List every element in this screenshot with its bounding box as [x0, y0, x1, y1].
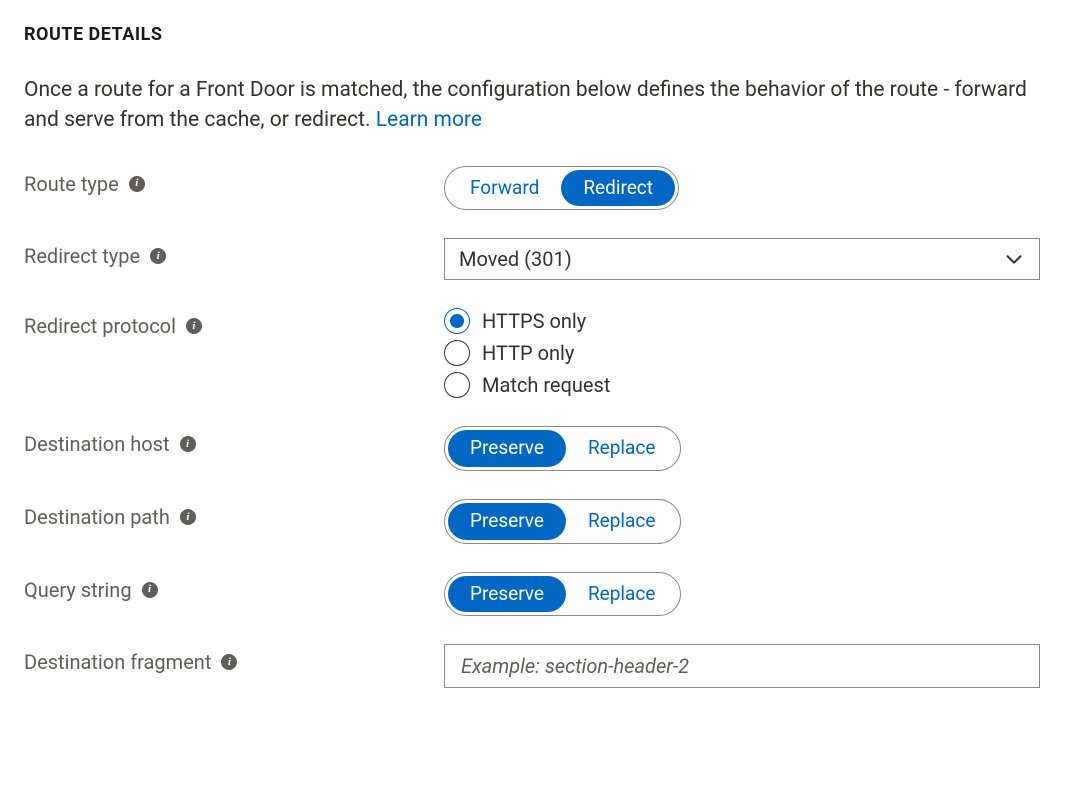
redirect-type-select[interactable]: Moved (301): [444, 238, 1040, 280]
info-icon[interactable]: i: [186, 318, 202, 334]
route-type-redirect[interactable]: Redirect: [561, 170, 675, 207]
destination-host-replace[interactable]: Replace: [566, 430, 677, 467]
info-icon[interactable]: i: [150, 248, 166, 264]
destination-fragment-label: Destination fragment i: [24, 644, 444, 674]
radio-label: Match request: [482, 373, 610, 397]
info-icon[interactable]: i: [180, 509, 196, 525]
radio-label: HTTP only: [482, 341, 574, 365]
description-text: Once a route for a Front Door is matched…: [24, 78, 1027, 132]
radio-icon: [444, 308, 470, 334]
redirect-type-label: Redirect type i: [24, 238, 444, 268]
route-type-label: Route type i: [24, 166, 444, 196]
route-type-forward[interactable]: Forward: [448, 170, 561, 207]
destination-path-preserve[interactable]: Preserve: [448, 503, 566, 540]
destination-path-toggle[interactable]: Preserve Replace: [444, 499, 681, 544]
label-text: Query string: [24, 578, 132, 602]
destination-fragment-input-wrapper: [444, 644, 1040, 688]
radio-icon: [444, 340, 470, 366]
learn-more-link[interactable]: Learn more: [376, 108, 482, 132]
query-string-preserve[interactable]: Preserve: [448, 576, 566, 613]
radio-label: HTTPS only: [482, 309, 586, 333]
label-text: Destination fragment: [24, 650, 211, 674]
route-type-toggle[interactable]: Forward Redirect: [444, 166, 679, 211]
redirect-protocol-radiogroup: HTTPS only HTTP only Match request: [444, 308, 1059, 398]
label-text: Redirect type: [24, 244, 140, 268]
label-text: Route type: [24, 172, 119, 196]
info-icon[interactable]: i: [221, 654, 237, 670]
radio-icon: [444, 372, 470, 398]
query-string-replace[interactable]: Replace: [566, 576, 677, 613]
destination-path-replace[interactable]: Replace: [566, 503, 677, 540]
destination-host-preserve[interactable]: Preserve: [448, 430, 566, 467]
destination-fragment-input[interactable]: [459, 653, 1025, 679]
label-text: Destination host: [24, 432, 170, 456]
radio-https-only[interactable]: HTTPS only: [444, 308, 1059, 334]
destination-host-label: Destination host i: [24, 426, 444, 456]
info-icon[interactable]: i: [180, 436, 196, 452]
section-heading: ROUTE DETAILS: [24, 24, 1059, 45]
query-string-toggle[interactable]: Preserve Replace: [444, 572, 681, 617]
destination-host-toggle[interactable]: Preserve Replace: [444, 426, 681, 471]
select-value: Moved (301): [459, 247, 572, 271]
section-description: Once a route for a Front Door is matched…: [24, 75, 1059, 136]
chevron-down-icon: [1003, 248, 1025, 270]
radio-http-only[interactable]: HTTP only: [444, 340, 1059, 366]
radio-match-request[interactable]: Match request: [444, 372, 1059, 398]
query-string-label: Query string i: [24, 572, 444, 602]
redirect-protocol-label: Redirect protocol i: [24, 308, 444, 338]
info-icon[interactable]: i: [142, 582, 158, 598]
info-icon[interactable]: i: [129, 176, 145, 192]
label-text: Redirect protocol: [24, 314, 176, 338]
label-text: Destination path: [24, 505, 170, 529]
destination-path-label: Destination path i: [24, 499, 444, 529]
